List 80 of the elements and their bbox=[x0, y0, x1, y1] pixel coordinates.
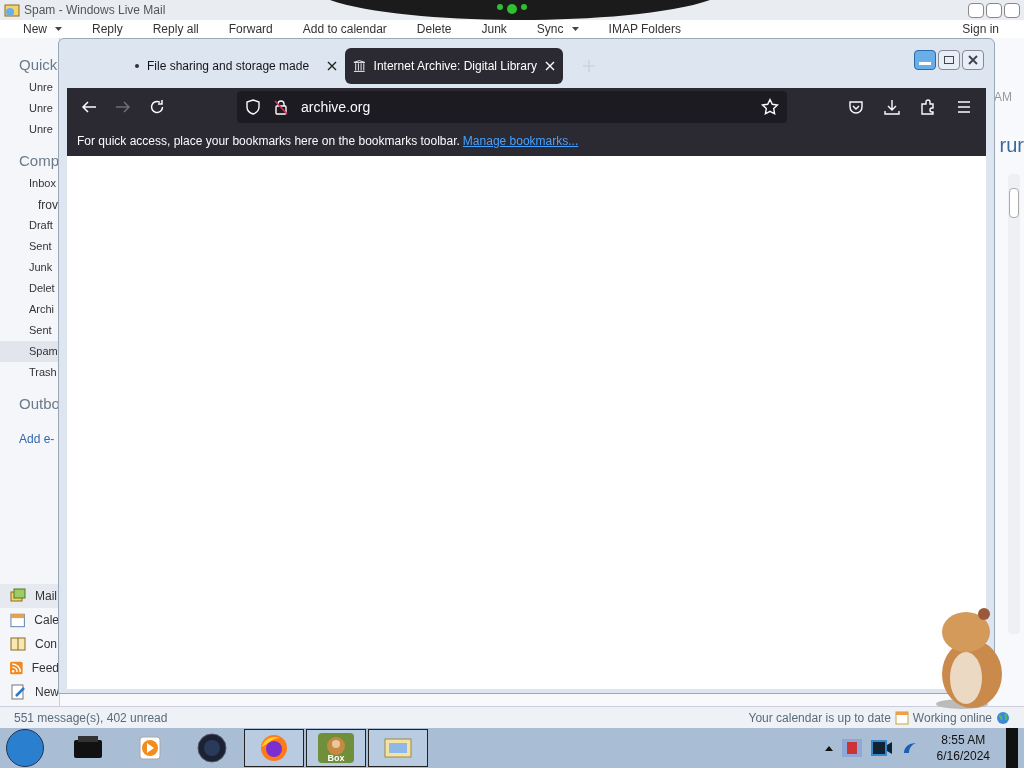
start-button[interactable] bbox=[6, 729, 44, 767]
calendar-icon bbox=[894, 710, 909, 725]
note-icon bbox=[10, 684, 26, 700]
toolbar-button[interactable]: Sync bbox=[536, 22, 579, 36]
folder-item[interactable]: Sent bbox=[0, 320, 59, 341]
caret-icon bbox=[55, 27, 62, 31]
toolbar-button[interactable]: New bbox=[23, 22, 62, 36]
close-icon bbox=[967, 53, 979, 66]
folder-item[interactable]: Draft bbox=[0, 215, 59, 236]
shield-icon bbox=[245, 99, 261, 115]
firefox-icon[interactable] bbox=[259, 733, 289, 763]
section-heading: Quick bbox=[18, 56, 59, 74]
nav-item[interactable]: Mail bbox=[0, 584, 59, 608]
envelopes-icon bbox=[10, 588, 26, 604]
nav-item[interactable]: Con bbox=[0, 632, 59, 656]
peek-text: AM bbox=[994, 89, 1013, 106]
folder-item[interactable]: frov bbox=[0, 194, 59, 215]
online-status: Working online bbox=[912, 709, 992, 727]
pocket-icon[interactable] bbox=[848, 99, 864, 115]
tray-app-icon[interactable] bbox=[840, 737, 863, 759]
taskbar-button[interactable] bbox=[244, 729, 304, 767]
url-text: archive.org bbox=[301, 97, 371, 117]
section-heading: Outbo bbox=[18, 395, 59, 413]
columns-icon bbox=[353, 58, 366, 73]
mail-app-icon bbox=[4, 2, 20, 18]
minimize-button[interactable] bbox=[968, 2, 984, 18]
taskbar-button[interactable]: Box bbox=[306, 729, 366, 767]
toolbar-button[interactable]: Add to calendar bbox=[302, 22, 387, 36]
browser-tab[interactable]: File sharing and storage made bbox=[127, 47, 345, 84]
caret-up-icon[interactable] bbox=[824, 745, 833, 751]
lock-icon bbox=[273, 99, 289, 115]
toolbar-button[interactable]: Reply all bbox=[152, 22, 199, 36]
sign-in-link[interactable]: Sign in bbox=[962, 22, 999, 36]
close-button[interactable] bbox=[962, 49, 984, 70]
taskbar-button[interactable] bbox=[368, 729, 428, 767]
toolbar-button[interactable]: Forward bbox=[228, 22, 273, 36]
folder-item[interactable]: Inbox bbox=[0, 173, 59, 194]
folder-item[interactable]: Delet bbox=[0, 278, 59, 299]
toolbar-button[interactable]: Reply bbox=[92, 22, 123, 36]
folder-item[interactable]: Sent bbox=[0, 236, 59, 257]
folder-item[interactable]: Unre bbox=[0, 119, 59, 140]
toolbar-button[interactable]: Junk bbox=[481, 22, 507, 36]
calendar-status: Your calendar is up to date bbox=[748, 709, 891, 727]
folder-item[interactable]: Trash bbox=[0, 362, 59, 383]
folder-item[interactable]: Junk bbox=[0, 257, 59, 278]
folder-item[interactable]: Unre bbox=[0, 77, 59, 98]
camera-icon[interactable] bbox=[870, 737, 893, 759]
restore-button[interactable] bbox=[986, 2, 1002, 18]
toolbar-button[interactable]: Delete bbox=[416, 22, 452, 36]
section-heading: Comp bbox=[18, 152, 59, 170]
bookmarks-hint: For quick access, place your bookmarks here on the bookmarks toolbar. bbox=[77, 133, 460, 150]
toolbar-button[interactable]: IMAP Folders bbox=[608, 22, 681, 36]
manage-bookmarks-link[interactable]: Manage bookmarks... bbox=[462, 132, 579, 150]
folder-item[interactable]: Spam bbox=[0, 341, 59, 362]
caret-icon bbox=[571, 27, 579, 31]
minimize-button[interactable] bbox=[914, 49, 936, 70]
puzzle-icon[interactable] bbox=[920, 99, 936, 115]
folder-item[interactable]: Archi bbox=[0, 299, 59, 320]
clock-date: 6/16/2024 bbox=[936, 748, 990, 764]
clock-time: 8:55 AM bbox=[941, 732, 986, 748]
maximize-button[interactable] bbox=[938, 49, 960, 70]
peek-text: rur bbox=[999, 133, 1024, 158]
back-arrow-icon[interactable] bbox=[81, 99, 97, 115]
close-button[interactable] bbox=[1004, 2, 1020, 18]
menu-icon[interactable] bbox=[956, 99, 972, 115]
message-count: 551 message(s), 402 unread bbox=[14, 709, 168, 727]
star-icon[interactable] bbox=[761, 98, 779, 116]
add-account-link[interactable]: Add e- bbox=[0, 430, 59, 448]
nav-item[interactable]: New bbox=[0, 680, 59, 704]
close-icon[interactable] bbox=[327, 60, 337, 71]
window-title: Spam - Windows Live Mail bbox=[24, 2, 166, 19]
address-field[interactable]: archive.org bbox=[237, 91, 787, 123]
browser-tab[interactable]: Internet Archive: Digital Library bbox=[345, 47, 563, 84]
box-app-icon[interactable]: Box bbox=[318, 733, 354, 763]
folder-item[interactable]: Unre bbox=[0, 98, 59, 119]
calendar-icon bbox=[10, 612, 26, 628]
rss-icon bbox=[10, 660, 23, 676]
download-icon[interactable] bbox=[884, 99, 900, 115]
reload-icon[interactable] bbox=[149, 99, 165, 115]
address-book-icon bbox=[10, 636, 26, 652]
